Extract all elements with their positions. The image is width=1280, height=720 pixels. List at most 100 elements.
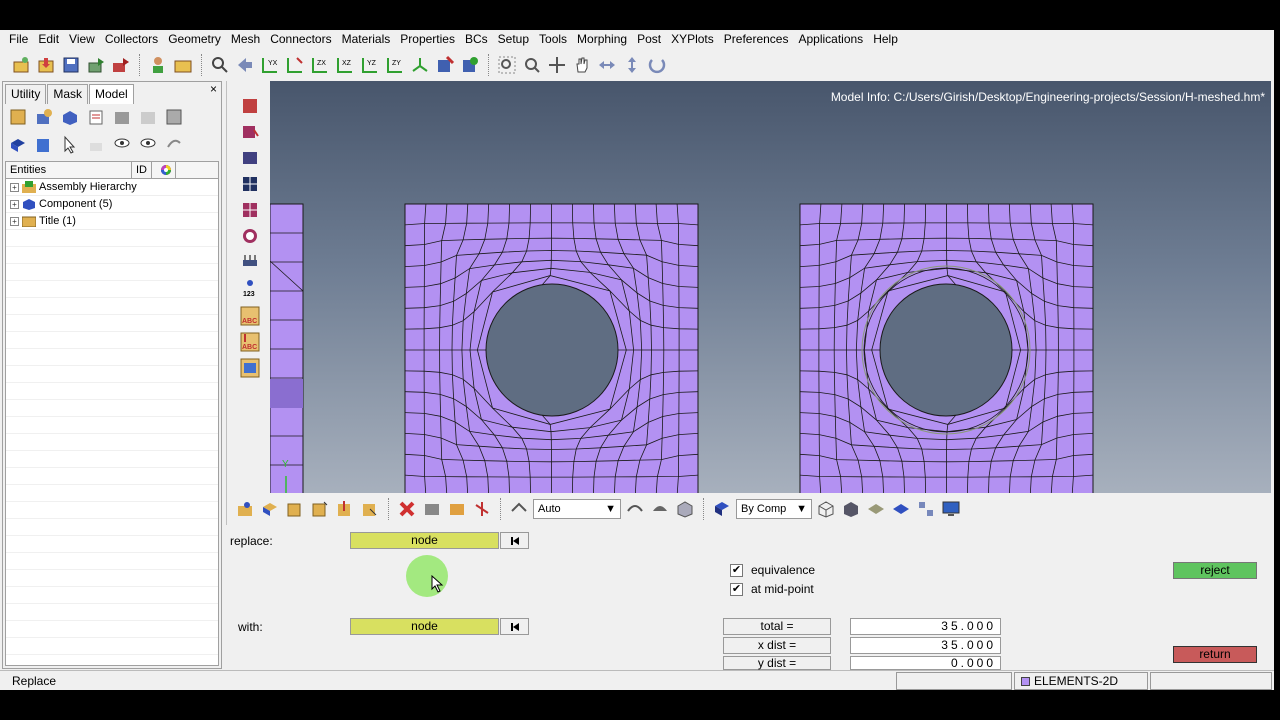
blue-plane-icon[interactable] [890, 498, 912, 520]
return-button[interactable]: return [1173, 646, 1257, 663]
previous-view-icon[interactable] [234, 54, 256, 76]
shaded-element-icon[interactable] [421, 498, 443, 520]
selected-element[interactable] [270, 379, 303, 408]
layout-icon[interactable] [915, 498, 937, 520]
element-quality-icon[interactable] [239, 199, 261, 221]
menu-post[interactable]: Post [632, 30, 666, 49]
rotate-center-icon[interactable] [546, 54, 568, 76]
normals-icon[interactable] [239, 251, 261, 273]
reverse-icon[interactable] [163, 134, 185, 156]
spin-coordinate-icon[interactable] [471, 498, 493, 520]
tree-row-component[interactable]: + Component (5) [6, 196, 218, 213]
menu-view[interactable]: View [64, 30, 100, 49]
label-abc-icon[interactable]: ABC [239, 305, 261, 327]
color-mode-icon[interactable] [508, 498, 530, 520]
menu-geometry[interactable]: Geometry [163, 30, 226, 49]
menu-collectors[interactable]: Collectors [100, 30, 163, 49]
id-column-header[interactable]: ID [132, 162, 152, 178]
save-view-icon[interactable] [459, 54, 481, 76]
menu-connectors[interactable]: Connectors [265, 30, 336, 49]
view-xy-bottom-icon[interactable] [284, 54, 306, 76]
zoom-window-icon[interactable] [496, 54, 518, 76]
shell-view-icon[interactable] [239, 357, 261, 379]
material-view-icon[interactable] [59, 106, 81, 128]
mesh-edit-icon[interactable] [239, 95, 261, 117]
color-wheel-icon[interactable] [152, 162, 176, 178]
menu-applications[interactable]: Applications [793, 30, 868, 49]
tree-row-assembly[interactable]: + Assembly Hierarchy [6, 179, 218, 196]
user-profile-icon[interactable] [147, 54, 169, 76]
save-icon[interactable] [60, 54, 82, 76]
graphics-viewport[interactable]: Model Info: C:/Users/Girish/Desktop/Engi… [270, 81, 1271, 493]
mesh-delete-icon[interactable] [239, 121, 261, 143]
right-plate-hole[interactable] [879, 283, 1013, 417]
assembly-view-icon[interactable] [33, 106, 55, 128]
expand-icon[interactable]: + [10, 216, 19, 226]
menu-morphing[interactable]: Morphing [572, 30, 632, 49]
translate-horizontal-icon[interactable] [596, 54, 618, 76]
monitor-icon[interactable] [940, 498, 962, 520]
view-yz-icon[interactable]: YZ [359, 54, 381, 76]
entities-column-header[interactable]: Entities [6, 162, 132, 178]
mesh-canvas[interactable]: YXZ [270, 81, 1271, 493]
display-cube-icon[interactable] [7, 134, 29, 156]
shaded-mesh-icon[interactable] [840, 498, 862, 520]
tab-mask[interactable]: Mask [47, 84, 89, 104]
menu-materials[interactable]: Materials [337, 30, 396, 49]
export-arrow-icon[interactable] [110, 54, 132, 76]
highlight-element-icon[interactable] [446, 498, 468, 520]
by-comp-color-icon[interactable] [711, 498, 733, 520]
numbers-icon[interactable]: 123 [239, 277, 261, 299]
element-grid-icon[interactable] [239, 173, 261, 195]
element-icon[interactable] [239, 147, 261, 169]
display-all-icon[interactable] [259, 498, 281, 520]
mask-tool-icon[interactable] [359, 498, 381, 520]
system-view-icon[interactable] [163, 106, 185, 128]
show-hide-eye-icon[interactable] [111, 134, 133, 156]
load-collector-view-icon[interactable] [111, 106, 133, 128]
menu-xyplots[interactable]: XYPlots [666, 30, 719, 49]
open-model-icon[interactable] [10, 54, 32, 76]
triad-y-label[interactable]: Y [282, 459, 289, 470]
display-mode-icon[interactable] [33, 134, 55, 156]
rotate-icon[interactable] [646, 54, 668, 76]
find-attached-icon[interactable] [334, 498, 356, 520]
with-reset-button[interactable] [500, 618, 529, 635]
center-plate-hole[interactable] [485, 283, 619, 417]
property-view-icon[interactable] [85, 106, 107, 128]
expand-icon[interactable]: + [10, 182, 19, 192]
shrink-icon[interactable] [624, 498, 646, 520]
isometric-view-icon[interactable] [409, 54, 431, 76]
delete-x-icon[interactable] [396, 498, 418, 520]
free-edges-icon[interactable] [239, 225, 261, 247]
view-zy-icon[interactable]: ZY [384, 54, 406, 76]
replace-node-selector[interactable]: node [350, 532, 499, 549]
reject-button[interactable]: reject [1173, 562, 1257, 579]
menu-file[interactable]: File [4, 30, 33, 49]
replace-reset-button[interactable] [500, 532, 529, 549]
menu-setup[interactable]: Setup [493, 30, 534, 49]
auto-dropdown[interactable]: Auto ▼ [533, 499, 621, 519]
tab-utility[interactable]: Utility [5, 84, 47, 104]
menu-edit[interactable]: Edit [33, 30, 64, 49]
color-by-dropdown[interactable]: By Comp ▼ [736, 499, 812, 519]
menu-preferences[interactable]: Preferences [719, 30, 794, 49]
zoom-icon[interactable] [209, 54, 231, 76]
pan-hand-icon[interactable] [571, 54, 593, 76]
transparency-cube-icon[interactable] [674, 498, 696, 520]
cursor-select-icon[interactable] [59, 134, 81, 156]
import-icon[interactable] [35, 54, 57, 76]
shrink-alt-icon[interactable] [649, 498, 671, 520]
expand-icon[interactable]: + [10, 199, 19, 209]
isolate-eye-icon[interactable] [137, 134, 159, 156]
component-display-icon[interactable] [234, 498, 256, 520]
folder-icon[interactable] [172, 54, 194, 76]
menu-help[interactable]: Help [868, 30, 903, 49]
restore-view-icon[interactable] [434, 54, 456, 76]
view-zx-reverse-icon[interactable]: XZ [334, 54, 356, 76]
fit-zoom-icon[interactable] [521, 54, 543, 76]
midpoint-checkbox[interactable]: ✔ [730, 583, 743, 596]
view-zx-icon[interactable]: ZX [309, 54, 331, 76]
component-view-icon[interactable] [7, 106, 29, 128]
menu-tools[interactable]: Tools [534, 30, 572, 49]
